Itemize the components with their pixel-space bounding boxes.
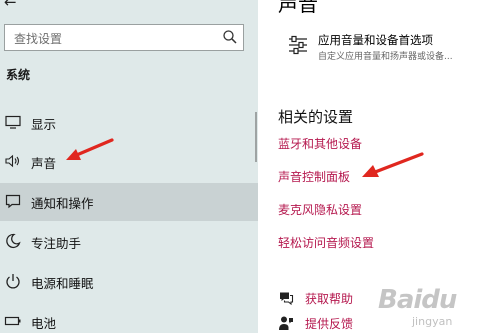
option-description: 自定义应用音量和扬声器或设备...	[318, 52, 453, 62]
sidebar-item-power-sleep[interactable]: 电源和睡眠	[0, 263, 258, 301]
moon-icon	[6, 233, 21, 249]
sliders-icon	[289, 35, 307, 55]
speaker-icon	[5, 154, 20, 168]
option-title: 应用音量和设备首选项	[318, 33, 433, 47]
sidebar-item-notifications[interactable]: 通知和操作	[0, 183, 258, 221]
search-placeholder: 查找设置	[14, 32, 63, 46]
help-chat-icon	[280, 292, 294, 306]
sidebar-item-focus-assist[interactable]: 专注助手	[0, 223, 258, 261]
link-microphone-privacy[interactable]: 麦克风隐私设置	[278, 201, 362, 218]
feedback-label: 提供反馈	[305, 317, 354, 331]
link-ease-of-access-audio[interactable]: 轻松访问音频设置	[278, 234, 374, 251]
sidebar-item-label: 通知和操作	[31, 196, 94, 211]
battery-icon	[4, 316, 21, 326]
settings-sidebar: ← 查找设置 系统 显示 声音 通知和操作 专注助手 电源和睡眠 电池	[0, 0, 258, 333]
back-arrow-icon[interactable]: ←	[4, 0, 17, 11]
link-bluetooth-devices[interactable]: 蓝牙和其他设备	[278, 135, 362, 152]
search-icon[interactable]	[222, 29, 238, 45]
app-volume-device-preferences[interactable]: 应用音量和设备首选项 自定义应用音量和扬声器或设备...	[284, 30, 500, 64]
sidebar-item-label: 显示	[31, 117, 57, 132]
sidebar-item-sound[interactable]: 声音	[0, 143, 258, 181]
notification-icon	[5, 194, 21, 209]
sidebar-item-label: 声音	[31, 156, 57, 171]
section-title: 系统	[6, 68, 31, 82]
sidebar-item-display[interactable]: 显示	[0, 104, 258, 142]
power-icon	[6, 274, 20, 289]
sidebar-item-label: 电池	[31, 316, 57, 331]
settings-content: 声音 应用音量和设备首选项 自定义应用音量和扬声器或设备... 相关的设置 蓝牙…	[258, 0, 500, 333]
search-input[interactable]: 查找设置	[4, 24, 244, 51]
sidebar-item-label: 电源和睡眠	[31, 276, 94, 291]
feedback-icon	[279, 316, 293, 330]
page-title: 声音	[278, 0, 318, 16]
related-settings-heading: 相关的设置	[278, 108, 354, 126]
sidebar-item-battery[interactable]: 电池	[0, 303, 258, 333]
sidebar-item-label: 专注助手	[31, 236, 82, 251]
help-label: 获取帮助	[305, 292, 354, 306]
monitor-icon	[5, 115, 21, 129]
link-sound-control-panel[interactable]: 声音控制面板	[278, 168, 350, 185]
